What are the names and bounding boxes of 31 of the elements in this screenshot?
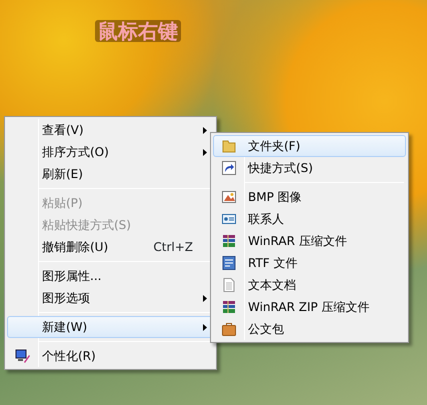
- folder-icon: [221, 138, 237, 154]
- menu-item[interactable]: 公文包: [213, 318, 406, 340]
- personalize-monitor-icon: [15, 348, 31, 364]
- menu-item[interactable]: WinRAR 压缩文件: [213, 230, 406, 252]
- submenu-arrow-icon: [203, 324, 207, 331]
- menu-item[interactable]: 图形选项: [7, 287, 214, 309]
- menu-item[interactable]: BMP 图像: [213, 186, 406, 208]
- image-icon: [221, 189, 237, 205]
- books-stack-icon: [221, 233, 237, 249]
- submenu-arrow-icon: [203, 149, 207, 156]
- shortcut-icon: [221, 160, 237, 176]
- menu-item[interactable]: 个性化(R): [7, 345, 214, 367]
- menu-item[interactable]: 图形属性...: [7, 265, 214, 287]
- books-stack-icon: [221, 299, 237, 315]
- menu-item[interactable]: 刷新(E): [7, 163, 214, 185]
- menu-item[interactable]: 文件夹(F): [213, 135, 406, 157]
- text-file-icon: [221, 277, 237, 293]
- contact-card-icon: [221, 211, 237, 227]
- menu-item[interactable]: WinRAR ZIP 压缩文件: [213, 296, 406, 318]
- caption: 鼠标右键: [95, 20, 181, 42]
- menu-item[interactable]: 查看(V): [7, 119, 214, 141]
- submenu-arrow-icon: [203, 295, 207, 302]
- briefcase-icon: [221, 321, 237, 337]
- menu-item[interactable]: 排序方式(O): [7, 141, 214, 163]
- submenu-arrow-icon: [203, 127, 207, 134]
- menu-item[interactable]: 快捷方式(S): [213, 157, 406, 179]
- menu-item[interactable]: 文本文档: [213, 274, 406, 296]
- menu-item[interactable]: 联系人: [213, 208, 406, 230]
- menu-item[interactable]: 撤销删除(U) Ctrl+Z: [7, 236, 214, 258]
- document-icon: [221, 255, 237, 271]
- menu-item[interactable]: RTF 文件: [213, 252, 406, 274]
